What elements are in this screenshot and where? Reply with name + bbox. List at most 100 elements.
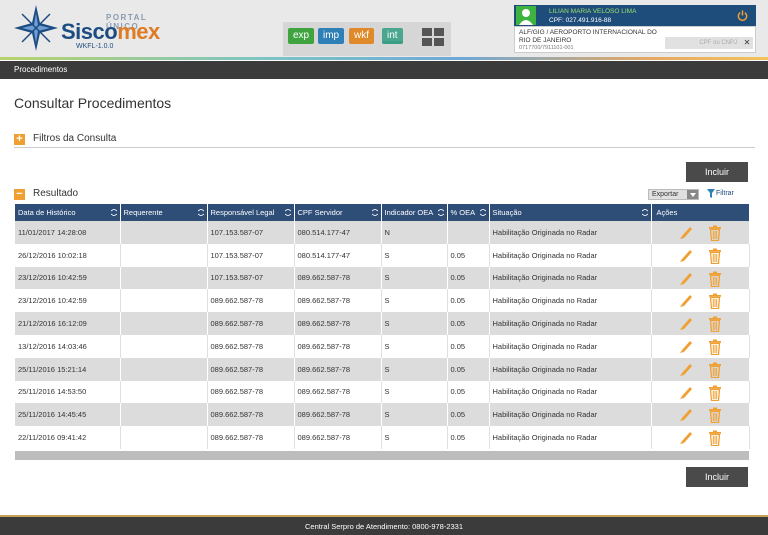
module-tab-exp[interactable]: exp bbox=[288, 28, 315, 44]
filter-icon[interactable] bbox=[707, 189, 715, 198]
version-label: WKFL-1.0.0 bbox=[76, 43, 114, 50]
close-icon[interactable]: ✕ bbox=[741, 37, 753, 49]
col-header-data-historico[interactable]: Data de Histórico bbox=[15, 204, 121, 221]
cell-percent-oea: 0.05 bbox=[447, 312, 490, 335]
cell-cpf-servidor: 089.662.587-78 bbox=[294, 312, 382, 335]
trash-icon[interactable] bbox=[708, 271, 722, 287]
include-button-bottom[interactable]: Incluir bbox=[686, 467, 748, 487]
user-unit: ALF/GIG / AEROPORTO INTERNACIONAL DO RIO… bbox=[519, 29, 657, 44]
cell-responsavel-legal: 089.662.587-78 bbox=[207, 289, 295, 313]
pencil-icon[interactable] bbox=[679, 407, 693, 422]
table-row[interactable]: 22/11/2016 09:41:42 089.662.587-78 089.662… bbox=[15, 426, 750, 449]
cell-situacao: Habilitação Originada no Radar bbox=[489, 289, 652, 313]
cell-responsavel-legal: 089.662.587-78 bbox=[207, 312, 295, 335]
results-label: Resultado bbox=[33, 188, 79, 199]
siscomex-logo[interactable]: PORTAL ÚNICO Siscomex WKFL-1.0.0 bbox=[14, 5, 174, 53]
cell-percent-oea: 0.05 bbox=[447, 243, 490, 267]
table-row[interactable]: 21/12/2016 16:12:09 089.662.587-78 089.662… bbox=[15, 312, 750, 335]
pencil-icon[interactable] bbox=[679, 430, 693, 445]
table-row[interactable]: 23/12/2016 10:42:59 089.662.587-78 089.662… bbox=[15, 289, 750, 313]
cell-situacao: Habilitação Originada no Radar bbox=[489, 221, 652, 244]
cell-responsavel-legal: 107.153.587-07 bbox=[207, 266, 295, 290]
trash-icon[interactable] bbox=[708, 339, 722, 356]
minus-icon: − bbox=[14, 189, 25, 200]
trash-icon[interactable] bbox=[708, 316, 722, 333]
col-header-label: Requerente bbox=[123, 208, 163, 217]
apps-grid-icon[interactable] bbox=[422, 28, 444, 46]
cell-cpf-servidor: 089.662.587-78 bbox=[294, 266, 382, 290]
pencil-icon[interactable] bbox=[679, 225, 693, 240]
cell-situacao: Habilitação Originada no Radar bbox=[489, 426, 652, 449]
trash-icon[interactable] bbox=[708, 385, 722, 401]
user-name: LILIAN MARIA VELOSO LIMA bbox=[549, 8, 637, 15]
pencil-icon[interactable] bbox=[679, 271, 693, 286]
cell-acoes bbox=[651, 221, 750, 244]
cnpj-input[interactable]: CPF ou CNPJ bbox=[665, 37, 753, 49]
cell-percent-oea: 0.05 bbox=[447, 380, 490, 404]
trash-icon[interactable] bbox=[708, 293, 722, 310]
trash-icon[interactable] bbox=[708, 430, 722, 447]
trash-icon[interactable] bbox=[708, 248, 722, 264]
cell-cpf-servidor: 089.662.587-78 bbox=[294, 357, 382, 381]
cell-situacao: Habilitação Originada no Radar bbox=[489, 380, 652, 404]
col-header-percent-oea[interactable]: % OEA bbox=[447, 204, 490, 221]
col-header-acoes: Ações bbox=[651, 204, 750, 221]
header: PORTAL ÚNICO Siscomex WKFL-1.0.0 exp imp… bbox=[0, 0, 768, 57]
pencil-icon[interactable] bbox=[679, 248, 693, 263]
cell-indicador-oea: N bbox=[381, 221, 448, 244]
cell-acoes bbox=[651, 426, 750, 449]
col-header-requerente[interactable]: Requerente bbox=[120, 204, 208, 221]
module-tab-imp[interactable]: imp bbox=[318, 28, 345, 44]
table-row[interactable]: 23/12/2016 10:42:59 107.153.587-07 089.662… bbox=[15, 266, 750, 290]
table-row[interactable]: 25/11/2016 15:21:14 089.662.587-78 089.662… bbox=[15, 357, 750, 381]
trash-icon[interactable] bbox=[708, 362, 722, 378]
cell-cpf-servidor: 089.662.587-78 bbox=[294, 289, 382, 313]
col-header-situacao[interactable]: Situação bbox=[489, 204, 652, 221]
module-tab-wkf[interactable]: wkf bbox=[349, 28, 374, 44]
breadcrumb-procedimentos[interactable]: Procedimentos bbox=[14, 65, 67, 74]
table-row[interactable]: 25/11/2016 14:53:50 089.662.587-78 089.662… bbox=[15, 380, 750, 404]
cell-data-historico: 22/11/2016 09:41:42 bbox=[15, 426, 121, 449]
table-row[interactable]: 26/12/2016 10:02:18 107.153.587-07 080.514… bbox=[15, 243, 750, 267]
trash-icon[interactable] bbox=[708, 407, 722, 424]
trash-icon[interactable] bbox=[708, 225, 722, 242]
pencil-icon[interactable] bbox=[679, 316, 693, 331]
module-tab-int[interactable]: int bbox=[382, 28, 403, 44]
cell-requerente bbox=[120, 426, 208, 449]
filters-section-toggle[interactable]: + Filtros da Consulta bbox=[14, 133, 755, 147]
cell-data-historico: 13/12/2016 14:03:46 bbox=[15, 334, 121, 358]
cell-percent-oea: 0.05 bbox=[447, 266, 490, 290]
user-code: 0717700/7911101-001 bbox=[519, 45, 574, 51]
col-header-label: Indicador OEA bbox=[384, 208, 434, 217]
results-section-toggle[interactable]: − Resultado bbox=[14, 188, 755, 202]
pencil-icon[interactable] bbox=[679, 339, 693, 354]
table-row[interactable]: 25/11/2016 14:45:45 089.662.587-78 089.662… bbox=[15, 403, 750, 427]
cell-acoes bbox=[651, 357, 750, 381]
cell-requerente bbox=[120, 221, 208, 244]
cell-acoes bbox=[651, 334, 750, 358]
cell-requerente bbox=[120, 380, 208, 404]
cell-responsavel-legal: 089.662.587-78 bbox=[207, 380, 295, 404]
col-header-responsavel-legal[interactable]: Responsável Legal bbox=[207, 204, 295, 221]
power-icon[interactable] bbox=[737, 10, 748, 21]
cell-situacao: Habilitação Originada no Radar bbox=[489, 266, 652, 290]
col-header-cpf-servidor[interactable]: CPF Servidor bbox=[294, 204, 382, 221]
pencil-icon[interactable] bbox=[679, 362, 693, 377]
table-row[interactable]: 11/01/2017 14:28:08 107.153.587-07 080.514… bbox=[15, 221, 750, 244]
export-select[interactable]: Exportar bbox=[648, 189, 699, 200]
cell-data-historico: 25/11/2016 14:45:45 bbox=[15, 403, 121, 427]
cell-data-historico: 26/12/2016 10:02:18 bbox=[15, 243, 121, 267]
filter-link[interactable]: Filtrar bbox=[716, 190, 734, 197]
col-header-indicador-oea[interactable]: Indicador OEA bbox=[381, 204, 448, 221]
cell-cpf-servidor: 089.662.587-78 bbox=[294, 334, 382, 358]
cell-data-historico: 25/11/2016 15:21:14 bbox=[15, 357, 121, 381]
cell-percent-oea bbox=[447, 221, 490, 244]
cell-indicador-oea: S bbox=[381, 289, 448, 313]
horizontal-scrollbar[interactable] bbox=[15, 451, 749, 460]
cell-responsavel-legal: 107.153.587-07 bbox=[207, 221, 295, 244]
pencil-icon[interactable] bbox=[679, 385, 693, 400]
cell-responsavel-legal: 107.153.587-07 bbox=[207, 243, 295, 267]
include-button-top[interactable]: Incluir bbox=[686, 162, 748, 182]
table-row[interactable]: 13/12/2016 14:03:46 089.662.587-78 089.662… bbox=[15, 334, 750, 358]
pencil-icon[interactable] bbox=[679, 293, 693, 308]
